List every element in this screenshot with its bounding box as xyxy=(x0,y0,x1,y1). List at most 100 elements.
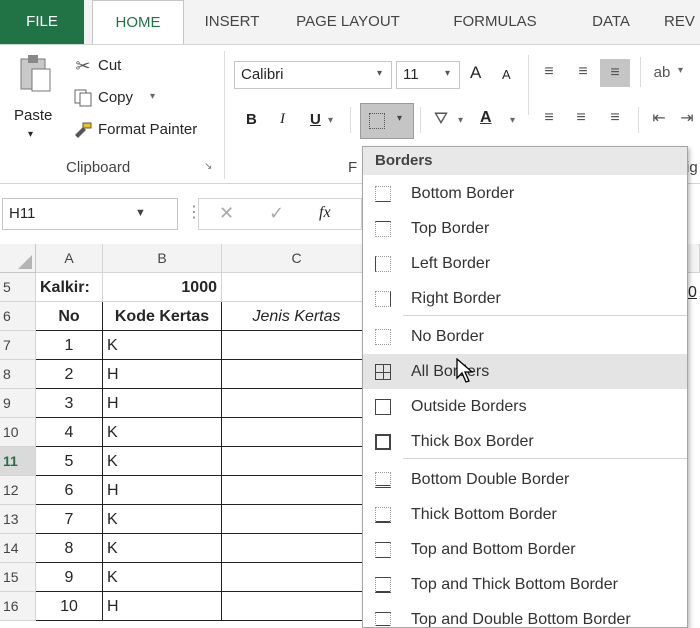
cell-c[interactable] xyxy=(222,534,372,563)
cell-b[interactable]: H xyxy=(103,389,222,418)
cell-b[interactable]: K xyxy=(103,447,222,476)
align-left-icon[interactable]: ≡ xyxy=(538,107,560,129)
cell-c[interactable] xyxy=(222,505,372,534)
cell-c[interactable] xyxy=(222,563,372,592)
borders-menu-item[interactable]: Left Border xyxy=(363,246,687,281)
row-header[interactable]: 10 xyxy=(0,418,36,447)
shrink-font-button[interactable]: A xyxy=(502,67,511,82)
orientation-icon[interactable]: ab xyxy=(650,61,674,83)
format-painter-icon[interactable] xyxy=(72,119,94,141)
borders-menu-item[interactable]: Outside Borders xyxy=(363,389,687,424)
align-top-icon[interactable]: ≡ xyxy=(538,61,560,83)
cell-c[interactable] xyxy=(222,360,372,389)
decrease-indent-icon[interactable]: ⇤ xyxy=(648,107,670,129)
copy-dropdown-icon[interactable]: ▾ xyxy=(150,91,155,102)
paste-button[interactable]: Paste xyxy=(14,107,52,124)
cut-button[interactable]: Cut xyxy=(98,57,121,74)
align-middle-icon[interactable]: ≡ xyxy=(572,61,594,83)
font-size-select[interactable]: 11 ▾ xyxy=(396,61,460,89)
cell-b[interactable]: K xyxy=(103,534,222,563)
align-center-icon[interactable]: ≡ xyxy=(570,107,592,129)
borders-menu-item[interactable]: No Border xyxy=(363,319,687,354)
borders-menu-item[interactable]: All Borders xyxy=(363,354,687,389)
cell-a[interactable]: 4 xyxy=(36,418,103,447)
paste-dropdown-icon[interactable]: ▾ xyxy=(28,129,33,140)
row-header[interactable]: 11 xyxy=(0,447,36,476)
enter-icon[interactable]: ✓ xyxy=(269,203,284,224)
cell-b[interactable]: K xyxy=(103,505,222,534)
row-header[interactable]: 14 xyxy=(0,534,36,563)
cell-c[interactable] xyxy=(222,476,372,505)
borders-menu-item[interactable]: Top and Thick Bottom Border xyxy=(363,567,687,602)
tab-review[interactable]: REV xyxy=(664,0,700,44)
copy-button[interactable]: Copy xyxy=(98,89,133,106)
font-color-button[interactable]: A xyxy=(480,109,492,127)
column-header-a[interactable]: A xyxy=(36,244,103,273)
column-header-b[interactable]: B xyxy=(103,244,222,273)
cell-b[interactable]: Kode Kertas xyxy=(103,302,222,331)
borders-menu-item[interactable]: Top and Bottom Border xyxy=(363,532,687,567)
tab-page-layout[interactable]: PAGE LAYOUT xyxy=(278,0,418,44)
borders-dropdown-button[interactable]: ▾ xyxy=(360,103,414,139)
column-header-partial[interactable] xyxy=(686,244,700,273)
row-header[interactable]: 16 xyxy=(0,592,36,621)
cell-b[interactable]: K xyxy=(103,563,222,592)
cell-b[interactable]: H xyxy=(103,592,222,621)
cell-a[interactable]: 9 xyxy=(36,563,103,592)
cell-b[interactable]: H xyxy=(103,476,222,505)
name-box[interactable]: H11 ▼ xyxy=(2,198,178,230)
insert-function-button[interactable]: fx xyxy=(319,204,331,222)
font-color-dropdown-icon[interactable]: ▾ xyxy=(510,115,515,126)
cell-a[interactable]: 5 xyxy=(36,447,103,476)
row-header[interactable]: 12 xyxy=(0,476,36,505)
cell-b[interactable]: H xyxy=(103,360,222,389)
cell-a[interactable]: 10 xyxy=(36,592,103,621)
copy-icon[interactable] xyxy=(72,87,94,109)
borders-menu-item[interactable]: Thick Bottom Border xyxy=(363,497,687,532)
orientation-dropdown-icon[interactable]: ▾ xyxy=(678,65,683,76)
cell-c[interactable] xyxy=(222,418,372,447)
align-bottom-button[interactable]: ≡ xyxy=(600,59,630,87)
borders-menu-item[interactable]: Top and Double Bottom Border xyxy=(363,602,687,627)
tab-file[interactable]: FILE xyxy=(0,0,84,44)
cell-a[interactable]: 2 xyxy=(36,360,103,389)
bold-button[interactable]: B xyxy=(246,111,257,128)
italic-button[interactable]: I xyxy=(280,111,285,128)
row-header[interactable]: 8 xyxy=(0,360,36,389)
borders-menu-item[interactable]: Bottom Double Border xyxy=(363,462,687,497)
tab-data[interactable]: DATA xyxy=(576,0,646,44)
cell-c[interactable] xyxy=(222,273,372,302)
cell-a[interactable]: 7 xyxy=(36,505,103,534)
borders-menu-item[interactable]: Top Border xyxy=(363,211,687,246)
row-header[interactable]: 7 xyxy=(0,331,36,360)
select-all-corner[interactable] xyxy=(0,244,36,273)
font-name-select[interactable]: Calibri ▾ xyxy=(234,61,392,89)
borders-menu-item[interactable]: Bottom Border xyxy=(363,176,687,211)
align-right-icon[interactable]: ≡ xyxy=(604,107,626,129)
underline-button[interactable]: U xyxy=(310,111,321,128)
cell-a[interactable]: No xyxy=(36,302,103,331)
cell-b[interactable]: 1000 xyxy=(103,273,222,302)
clipboard-launcher-icon[interactable]: ↘ xyxy=(204,161,212,172)
grow-font-button[interactable]: A xyxy=(470,63,481,83)
cell-a[interactable]: 8 xyxy=(36,534,103,563)
fill-color-icon[interactable]: ⛛ xyxy=(428,107,454,131)
tab-home[interactable]: HOME xyxy=(92,0,184,46)
underline-dropdown-icon[interactable]: ▾ xyxy=(328,115,333,126)
borders-menu-item[interactable]: Right Border xyxy=(363,281,687,316)
cell-c[interactable]: Jenis Kertas xyxy=(222,302,372,331)
tab-insert[interactable]: INSERT xyxy=(196,0,268,44)
cell-c[interactable] xyxy=(222,389,372,418)
row-header[interactable]: 13 xyxy=(0,505,36,534)
cell-c[interactable] xyxy=(222,592,372,621)
row-header[interactable]: 6 xyxy=(0,302,36,331)
row-header[interactable]: 9 xyxy=(0,389,36,418)
column-header-c[interactable]: C xyxy=(222,244,372,273)
fill-color-dropdown-icon[interactable]: ▾ xyxy=(458,115,463,126)
paste-icon[interactable] xyxy=(18,53,52,93)
format-painter-button[interactable]: Format Painter xyxy=(98,121,197,138)
cell-b[interactable]: K xyxy=(103,331,222,360)
row-header[interactable]: 15 xyxy=(0,563,36,592)
cell-c[interactable] xyxy=(222,331,372,360)
cell-c[interactable] xyxy=(222,447,372,476)
